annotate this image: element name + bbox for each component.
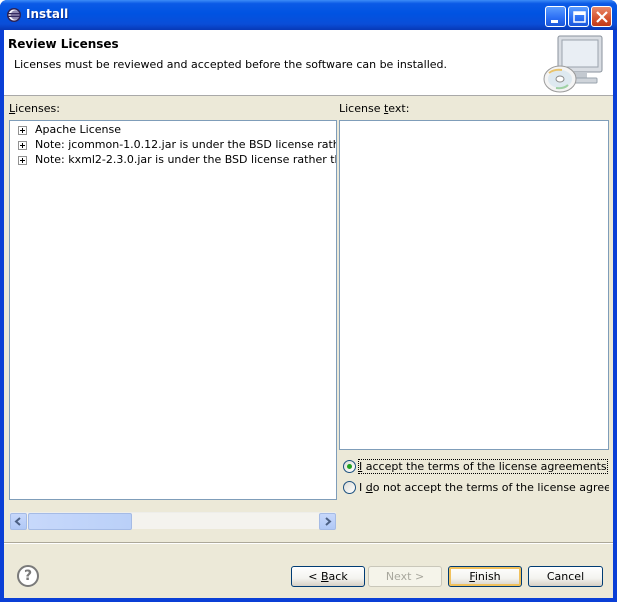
plus-expander-icon[interactable] [18, 126, 27, 135]
license-text-area[interactable] [339, 120, 609, 450]
arrow-right-icon [325, 517, 332, 526]
computer-cd-icon [543, 35, 603, 93]
radio-unselected-icon[interactable] [343, 481, 356, 494]
maximize-button[interactable] [568, 6, 589, 27]
finish-button[interactable]: Finish [448, 566, 522, 587]
licenses-tree[interactable]: Apache License Note: jcommon-1.0.12.jar … [9, 120, 337, 500]
scroll-left-button[interactable] [10, 513, 27, 530]
install-window: Install Review Licenses Licenses must be… [0, 0, 617, 602]
separator [4, 542, 613, 544]
scroll-thumb[interactable] [28, 513, 132, 530]
window-title: Install [26, 7, 69, 21]
accept-radio[interactable]: I accept the terms of the license agreem… [343, 459, 609, 474]
radio-selected-icon[interactable] [343, 460, 356, 473]
minimize-icon [551, 20, 558, 23]
plus-expander-icon[interactable] [18, 141, 27, 150]
next-button[interactable]: Next > [368, 566, 442, 587]
help-icon[interactable]: ? [17, 565, 39, 587]
decline-radio[interactable]: I do not accept the terms of the license… [343, 481, 609, 495]
licenses-hscrollbar[interactable] [10, 512, 336, 530]
back-button[interactable]: < Back [291, 566, 365, 587]
close-icon [596, 11, 608, 23]
license-text-label: License text: [339, 102, 410, 115]
tree-item-label: Apache License [35, 123, 122, 136]
minimize-button[interactable] [545, 6, 566, 27]
page-description: Licenses must be reviewed and accepted b… [14, 58, 447, 71]
eclipse-icon [7, 8, 21, 22]
decline-label: I do not accept the terms of the license… [359, 481, 609, 494]
maximize-icon [573, 11, 586, 23]
tree-item-label: Note: jcommon-1.0.12.jar is under the BS… [35, 138, 336, 151]
title-bar[interactable]: Install [0, 0, 617, 30]
accept-label: I accept the terms of the license agreem… [358, 459, 608, 474]
tree-item-label: Note: kxml2-2.3.0.jar is under the BSD l… [35, 153, 337, 166]
plus-expander-icon[interactable] [18, 156, 27, 165]
close-button[interactable] [591, 6, 612, 27]
page-title: Review Licenses [8, 37, 119, 51]
scroll-right-button[interactable] [319, 513, 336, 530]
title-area: Review Licenses Licenses must be reviewe… [4, 30, 613, 96]
dialog-body: Review Licenses Licenses must be reviewe… [4, 30, 613, 598]
arrow-left-icon [14, 517, 21, 526]
licenses-label: Licenses: [9, 102, 60, 115]
cancel-button[interactable]: Cancel [528, 566, 603, 587]
